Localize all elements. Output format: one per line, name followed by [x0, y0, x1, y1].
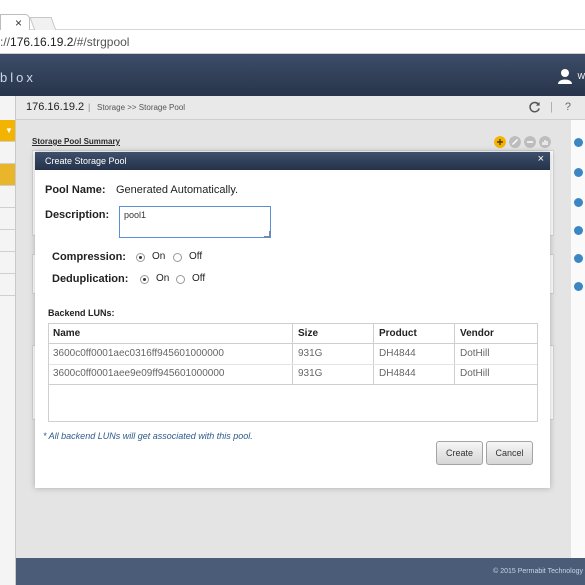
breadcrumb-separator: |	[88, 102, 91, 112]
add-icon[interactable]	[494, 136, 506, 148]
column-header-product[interactable]: Product	[379, 328, 417, 339]
lun-product: DH4844	[379, 348, 416, 359]
browser-tab[interactable]: ×	[0, 14, 30, 31]
description-field[interactable]: pool1	[119, 206, 271, 238]
description-label: Description:	[45, 209, 110, 221]
sidebar-item-active[interactable]: ▼	[0, 120, 15, 142]
deduplication-off-radio[interactable]	[176, 275, 185, 284]
chart-icon[interactable]	[539, 136, 551, 148]
lun-size: 931G	[298, 348, 323, 359]
compression-label: Compression:	[52, 251, 126, 263]
sidebar-item[interactable]	[0, 208, 15, 230]
brand-logo: blox	[0, 70, 36, 85]
breadcrumb: Storage >> Storage Pool	[97, 103, 186, 112]
user-icon[interactable]	[557, 68, 573, 84]
url-text[interactable]: ://176.16.19.2/#/strgpool	[0, 35, 129, 49]
breadcrumb-bar: 176.16.19.2 | Storage >> Storage Pool | …	[16, 96, 585, 120]
sidebar-item[interactable]	[0, 230, 15, 252]
compression-on-radio[interactable]	[136, 253, 145, 262]
row-divider	[49, 384, 537, 385]
browser-tab-bar: ×	[0, 0, 585, 31]
info-dot-icon[interactable]	[574, 168, 583, 177]
column-header-name[interactable]: Name	[53, 328, 80, 339]
luns-association-note: * All backend LUNs will get associated w…	[43, 431, 253, 441]
create-button[interactable]: Create	[436, 441, 483, 465]
close-icon[interactable]: ×	[538, 153, 544, 165]
deduplication-off-label[interactable]: Off	[192, 273, 205, 284]
table-row[interactable]: 3600c0ff0001aec0316ff945601000000 931G D…	[49, 344, 537, 364]
lun-vendor: DotHill	[460, 368, 490, 379]
sidebar-item[interactable]	[0, 186, 15, 208]
pool-name-value: Generated Automatically.	[116, 184, 239, 196]
backend-luns-label: Backend LUNs:	[48, 308, 115, 318]
dialog-title: Create Storage Pool	[45, 156, 127, 166]
page-title[interactable]: Storage Pool Summary	[32, 137, 120, 146]
compression-off-radio[interactable]	[173, 253, 182, 262]
sidebar: ▼	[0, 96, 16, 585]
info-dot-icon[interactable]	[574, 226, 583, 235]
url-path: /#/strgpool	[73, 35, 130, 49]
table-row[interactable]: 3600c0ff0001aee9e09ff945601000000 931G D…	[49, 364, 537, 384]
edit-icon[interactable]	[509, 136, 521, 148]
dialog-header: Create Storage Pool ×	[35, 152, 550, 170]
lun-vendor: DotHill	[460, 348, 490, 359]
deduplication-on-radio[interactable]	[140, 275, 149, 284]
lun-name: 3600c0ff0001aec0316ff945601000000	[53, 348, 224, 359]
new-tab-button[interactable]	[29, 17, 57, 31]
toolbar-separator: |	[550, 101, 553, 113]
sidebar-item-selected[interactable]	[0, 164, 15, 186]
backend-luns-table: Name Size Product Vendor 3600c0ff0001aec…	[48, 323, 538, 422]
lun-product: DH4844	[379, 368, 416, 379]
url-prefix: ://	[0, 35, 11, 49]
sidebar-item[interactable]	[0, 252, 15, 274]
footer: © 2015 Permabit Technology	[16, 558, 585, 585]
chevron-down-icon: ▼	[5, 126, 13, 135]
right-side-panel	[571, 120, 585, 585]
close-tab-icon[interactable]: ×	[15, 16, 22, 30]
sidebar-item[interactable]	[0, 142, 15, 164]
column-header-vendor[interactable]: Vendor	[460, 328, 494, 339]
user-name[interactable]: W	[577, 72, 585, 81]
remove-icon[interactable]	[524, 136, 536, 148]
copyright: © 2015 Permabit Technology	[493, 568, 583, 575]
deduplication-label: Deduplication:	[52, 273, 129, 285]
info-dot-icon[interactable]	[574, 198, 583, 207]
table-header: Name Size Product Vendor	[49, 324, 537, 344]
info-dot-icon[interactable]	[574, 138, 583, 147]
deduplication-on-label[interactable]: On	[156, 273, 169, 284]
column-header-size[interactable]: Size	[298, 328, 318, 339]
resize-handle[interactable]	[264, 231, 270, 237]
refresh-icon[interactable]	[528, 101, 541, 114]
help-icon[interactable]: ?	[565, 101, 571, 113]
lun-name: 3600c0ff0001aee9e09ff945601000000	[53, 368, 225, 379]
address-bar[interactable]: ://176.16.19.2/#/strgpool	[0, 30, 585, 54]
compression-on-label[interactable]: On	[152, 251, 165, 262]
sidebar-item[interactable]	[0, 274, 15, 296]
host-ip: 176.16.19.2	[26, 101, 85, 113]
create-storage-pool-dialog: Create Storage Pool × Pool Name: Generat…	[35, 152, 550, 488]
info-dot-icon[interactable]	[574, 254, 583, 263]
pool-actions	[494, 136, 556, 150]
lun-size: 931G	[298, 368, 323, 379]
app-header: blox W	[0, 54, 585, 96]
compression-off-label[interactable]: Off	[189, 251, 202, 262]
cancel-button[interactable]: Cancel	[486, 441, 533, 465]
pool-name-label: Pool Name:	[45, 184, 106, 196]
info-dot-icon[interactable]	[574, 282, 583, 291]
url-host: 176.16.19.2	[10, 35, 74, 49]
